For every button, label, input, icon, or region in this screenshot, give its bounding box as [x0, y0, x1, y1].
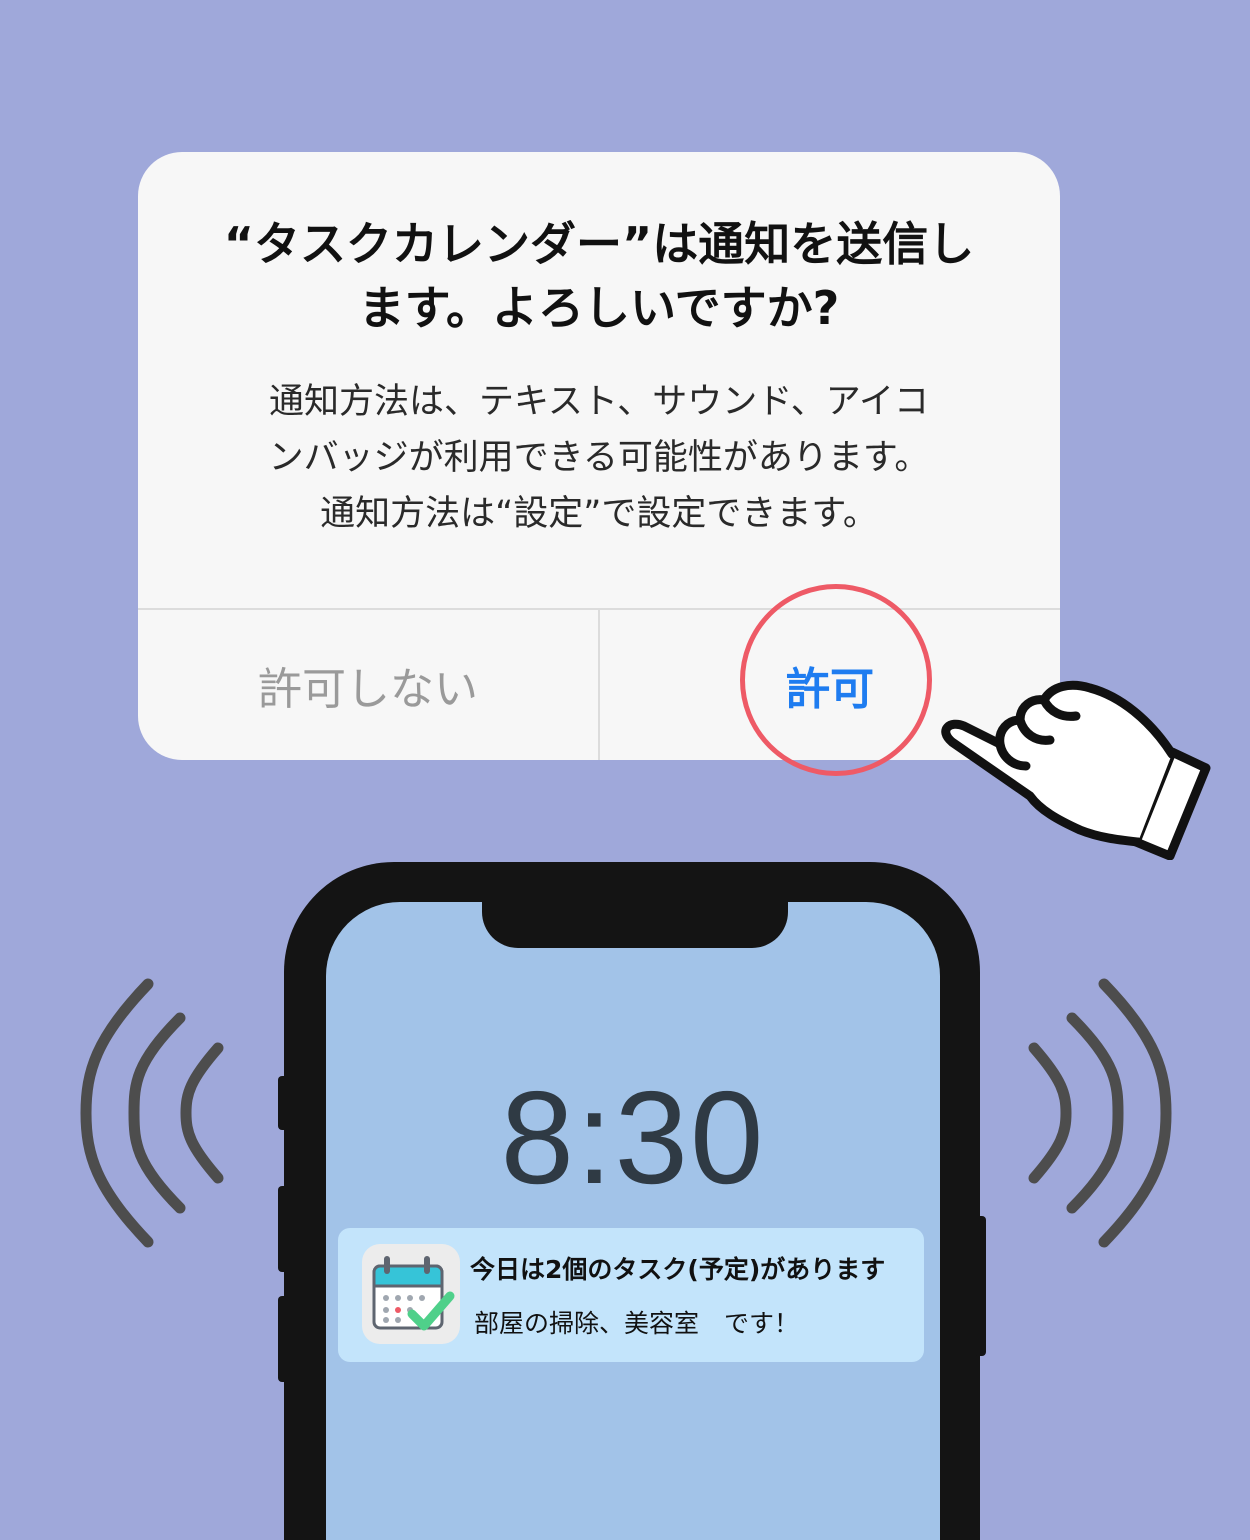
dialog-title: “タスクカレンダー”は通知を送信し ます。よろしいですか? — [178, 200, 1020, 352]
vibration-waves-right-icon — [1028, 978, 1172, 1248]
notification-banner[interactable]: 今日は2個のタスク(予定)があります 部屋の掃除、美容室 です！ — [338, 1228, 924, 1362]
vibration-waves-left-icon — [80, 978, 224, 1248]
phone-notch — [482, 902, 788, 948]
pointing-hand-icon — [941, 680, 1211, 860]
dialog-message-line-1: 通知方法は、テキスト、サウンド、アイコ — [268, 382, 930, 422]
dialog-message: 通知方法は、テキスト、サウンド、アイコ ンバッジが利用できる可能性があります。 … — [178, 374, 1020, 542]
app-icon — [362, 1244, 460, 1344]
notification-body: 部屋の掃除、美容室 です！ — [474, 1309, 800, 1338]
deny-button[interactable]: 許可しない — [138, 610, 598, 760]
phone-volume-down-button — [278, 1296, 290, 1382]
dialog-message-line-3: 通知方法は“設定”で設定できます。 — [320, 494, 878, 534]
phone-volume-up-button — [278, 1186, 290, 1272]
phone-power-button — [974, 1216, 986, 1356]
notification-permission-dialog: “タスクカレンダー”は通知を送信し ます。よろしいですか? 通知方法は、テキスト… — [138, 152, 1060, 760]
lock-screen: 8:30 — [326, 902, 940, 1540]
lock-screen-clock: 8:30 — [500, 1064, 766, 1211]
calendar-check-icon — [372, 1256, 455, 1331]
phone-side-button — [278, 1076, 290, 1130]
dialog-message-line-2: ンバッジが利用できる可能性があります。 — [268, 438, 930, 478]
notification-title: 今日は2個のタスク(予定)があります — [470, 1255, 886, 1284]
